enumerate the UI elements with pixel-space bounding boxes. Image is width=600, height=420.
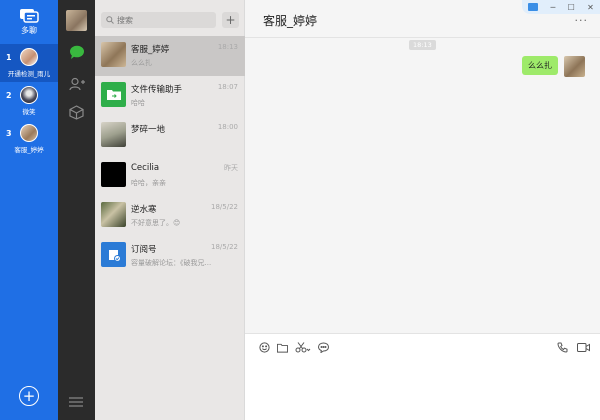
message-timestamp: 18:13	[409, 40, 436, 50]
account-name: 开通检测_雨儿	[7, 70, 51, 78]
conversation-name: 订阅号	[131, 245, 157, 255]
subscription-icon	[101, 242, 126, 267]
account-name: 微笑	[22, 108, 36, 116]
add-account-button[interactable]: +	[19, 386, 39, 406]
search-input[interactable]	[117, 15, 212, 25]
avatar	[20, 48, 38, 66]
conversation-time: 18:13	[217, 43, 238, 51]
conversation-time: 18/5/22	[211, 203, 238, 211]
conversation-name: 文件传输助手	[131, 85, 183, 95]
conversation-item[interactable]: 订阅号 18/5/22 容量破解论坛：《破我兄...	[95, 236, 245, 276]
my-avatar[interactable]	[66, 10, 87, 31]
avatar	[101, 162, 126, 187]
conversation-item[interactable]: 梦碎一地 18:00	[95, 116, 245, 156]
account-item-2[interactable]: 2 微笑	[0, 82, 58, 120]
conversation-time: 昨天	[224, 164, 238, 172]
brand-label: 多聊	[21, 26, 37, 35]
emoji-icon[interactable]	[259, 342, 270, 353]
avatar	[101, 42, 126, 67]
avatar	[101, 122, 126, 147]
favorites-box-icon[interactable]	[68, 104, 85, 121]
account-number: 3	[6, 129, 12, 138]
conversation-name: 梦碎一地	[131, 125, 166, 135]
plus-icon: +	[225, 13, 236, 27]
plus-icon: +	[22, 386, 36, 405]
conversation-name: 逆水寒	[131, 205, 157, 215]
conversation-item[interactable]: 客服_婷婷 18:13 么么扎	[95, 36, 245, 76]
conversation-list-panel: + 客服_婷婷 18:13 么么扎 文件传输助手 18:07 哈哈 梦碎一地 1…	[95, 0, 245, 420]
compose-toolbar	[259, 342, 329, 353]
brand: 多聊	[0, 0, 58, 44]
chat-icon[interactable]	[68, 44, 85, 61]
message-bubble[interactable]: 么么扎	[522, 56, 558, 75]
more-options-icon[interactable]: ···	[575, 14, 589, 27]
account-item-3[interactable]: 3 客服_婷婷	[0, 120, 58, 158]
account-number: 2	[6, 91, 12, 100]
conversation-preview: 不好意思了。😊	[131, 219, 181, 227]
contacts-icon[interactable]	[68, 75, 85, 92]
account-item-1[interactable]: 1 开通检测_雨儿	[0, 44, 58, 82]
avatar	[101, 202, 126, 227]
conversation-time: 18:00	[217, 123, 238, 131]
account-number: 1	[6, 53, 12, 62]
chat-header: 客服_婷婷 ···	[245, 0, 600, 38]
outgoing-message: 么么扎	[522, 56, 585, 77]
conversation-name: Cecilia	[131, 163, 160, 173]
account-name: 客服_婷婷	[14, 146, 44, 154]
conversation-item[interactable]: Cecilia 昨天 哈哈，亲亲	[95, 156, 245, 196]
search-icon	[106, 16, 114, 24]
account-rail: 多聊 1 开通检测_雨儿 2 微笑 3 客服_婷婷 +	[0, 0, 58, 420]
folder-icon[interactable]	[277, 342, 288, 353]
chat-title: 客服_婷婷	[263, 14, 318, 28]
screenshot-scissors-icon[interactable]	[295, 342, 311, 353]
conversation-name: 客服_婷婷	[131, 45, 170, 55]
start-chat-button[interactable]: +	[222, 12, 239, 28]
chat-window: ─ ☐ ✕ 客服_婷婷 ··· 18:13 么么扎	[245, 0, 600, 420]
avatar	[564, 56, 585, 77]
icon-nav	[58, 0, 95, 420]
avatar	[20, 86, 38, 104]
phone-icon[interactable]	[557, 342, 568, 353]
chat-history-icon[interactable]	[318, 342, 329, 353]
compose-area[interactable]	[245, 333, 600, 420]
avatar	[20, 124, 38, 142]
app-logo-icon	[20, 9, 39, 23]
conversation-time: 18:07	[217, 83, 238, 91]
search-box[interactable]	[101, 12, 216, 28]
conversation-preview: 哈哈，亲亲	[131, 179, 166, 187]
call-toolbar	[557, 342, 590, 353]
conversation-preview: 容量破解论坛：《破我兄...	[131, 259, 212, 267]
conversation-preview: 哈哈	[131, 99, 145, 107]
video-call-icon[interactable]	[577, 342, 590, 353]
conversation-time: 18/5/22	[211, 243, 238, 251]
conversation-preview: 么么扎	[131, 59, 152, 67]
menu-icon[interactable]	[69, 397, 83, 410]
conversation-item[interactable]: 文件传输助手 18:07 哈哈	[95, 76, 245, 116]
conversation-item[interactable]: 逆水寒 18/5/22 不好意思了。😊	[95, 196, 245, 236]
file-transfer-icon	[101, 82, 126, 107]
